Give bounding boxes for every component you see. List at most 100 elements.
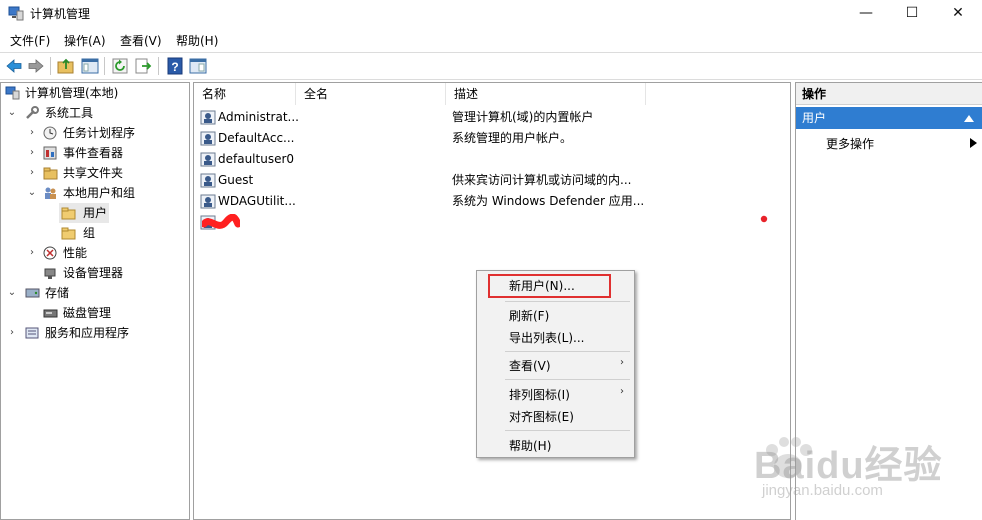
menu-bar: 文件(F) 操作(A) 查看(V) 帮助(H) [0, 30, 982, 50]
chevron-right-icon[interactable]: › [27, 123, 37, 143]
list-item[interactable]: WDAGUtilit... 系统为 Windows Defender 应用... [194, 191, 790, 212]
toolbar: ? [0, 52, 982, 80]
toolbar-separator [50, 57, 51, 75]
list-item-redacted[interactable] [194, 212, 790, 233]
tree-item-users[interactable]: 用户 [59, 203, 109, 223]
window-title: 计算机管理 [30, 7, 91, 21]
menu-item-export-list[interactable]: 导出列表(L)... [509, 329, 585, 346]
user-icon [200, 110, 216, 125]
menu-item-new-user[interactable]: 新用户(N)... [509, 277, 575, 294]
user-name: Guest [218, 173, 254, 187]
column-header-description[interactable]: 描述 [446, 83, 646, 105]
close-button[interactable]: ✕ [935, 0, 981, 26]
console-tree: 计算机管理(本地) ⌄ 系统工具 › 任务计划程序 › 事件查看器 › 共享文件… [0, 82, 190, 520]
column-header-name[interactable]: 名称 [194, 83, 296, 105]
user-icon [200, 173, 216, 188]
toolbar-separator [104, 57, 105, 75]
chevron-right-icon[interactable]: › [27, 243, 37, 263]
user-description: 系统管理的用户帐户。 [452, 131, 573, 145]
tree-label: 服务和应用程序 [45, 326, 130, 340]
user-name: WDAGUtilit... [218, 194, 296, 208]
device-manager-icon [44, 268, 56, 279]
user-icon [200, 131, 216, 146]
disk-icon [43, 309, 58, 318]
menu-separator [505, 301, 630, 302]
folder-icon [61, 207, 76, 220]
menu-item-arrange-icons[interactable]: 排列图标(I) [509, 386, 570, 403]
tools-icon [26, 106, 39, 119]
user-name: defaultuser0 [218, 152, 295, 166]
tree-label: 系统工具 [45, 106, 94, 120]
more-actions-item[interactable]: 更多操作 [826, 135, 874, 152]
more-actions-label: 更多操作 [826, 137, 875, 151]
show-hide-console-tree-icon[interactable] [81, 57, 99, 75]
chevron-down-icon[interactable]: ⌄ [7, 103, 17, 123]
context-menu: 新用户(N)... 刷新(F) 导出列表(L)... 查看(V) › 排列图标(… [476, 270, 635, 458]
tree-label: 性能 [63, 246, 88, 260]
menu-item-view[interactable]: 查看(V) [509, 357, 551, 374]
help-icon[interactable]: ? [166, 57, 184, 75]
clock-icon [43, 126, 57, 140]
forward-arrow-icon[interactable] [27, 57, 45, 75]
export-list-icon[interactable] [134, 57, 152, 75]
chevron-down-icon[interactable]: ⌄ [7, 283, 17, 303]
menu-item-help[interactable]: 帮助(H) [509, 437, 551, 454]
back-arrow-icon[interactable] [5, 57, 23, 75]
user-icon [200, 194, 216, 209]
collapse-arrow-icon[interactable] [964, 115, 974, 122]
title-bar: 计算机管理 — ☐ ✕ [0, 0, 982, 26]
watermark-brand: Baidu经验 [754, 445, 943, 487]
computer-management-icon [8, 6, 24, 21]
tree-label: 事件查看器 [63, 146, 124, 160]
tree-label: 设备管理器 [63, 266, 124, 280]
chevron-down-icon[interactable]: ⌄ [27, 183, 37, 203]
actions-header: 操作 [796, 83, 982, 105]
event-viewer-icon [43, 146, 57, 160]
chevron-right-icon[interactable]: › [7, 323, 17, 343]
redaction-scribble [202, 214, 240, 229]
tree-label: 计算机管理(本地) [25, 86, 119, 100]
list-item[interactable]: Administrat... 管理计算机(域)的内置帐户 [194, 107, 790, 128]
menu-item-refresh[interactable]: 刷新(F) [509, 307, 549, 324]
maximize-button[interactable]: ☐ [889, 0, 935, 26]
shared-folder-icon [43, 167, 58, 180]
user-description: 供来宾访问计算机或访问域的内... [452, 173, 632, 187]
chevron-right-icon: › [620, 357, 624, 368]
column-header-fullname[interactable]: 全名 [296, 83, 446, 105]
list-item[interactable]: Guest 供来宾访问计算机或访问域的内... [194, 170, 790, 191]
up-folder-icon[interactable] [57, 57, 75, 75]
menu-help[interactable]: 帮助(H) [176, 32, 218, 49]
menu-separator [505, 351, 630, 352]
menu-view[interactable]: 查看(V) [120, 32, 162, 49]
menu-action[interactable]: 操作(A) [64, 32, 106, 49]
user-icon [200, 152, 216, 167]
baidu-watermark: Baidu经验 jingyan.baidu.com [754, 430, 979, 520]
show-hide-action-pane-icon[interactable] [189, 57, 207, 75]
chevron-right-icon[interactable]: › [27, 143, 37, 163]
refresh-icon[interactable] [111, 57, 129, 75]
list-item[interactable]: DefaultAcc... 系统管理的用户帐户。 [194, 128, 790, 149]
menu-item-align-icons[interactable]: 对齐图标(E) [509, 408, 574, 425]
watermark-url: jingyan.baidu.com [762, 482, 883, 499]
chevron-right-icon[interactable]: › [27, 163, 37, 183]
storage-icon [25, 288, 40, 298]
tree-label: 组 [83, 226, 96, 240]
svg-text:?: ? [171, 60, 178, 74]
user-name: Administrat... [218, 110, 299, 124]
menu-separator [505, 430, 630, 431]
tree-label: 本地用户和组 [63, 186, 136, 200]
user-description: 系统为 Windows Defender 应用... [452, 194, 645, 208]
annotation-dot [760, 215, 768, 223]
services-icon [25, 327, 39, 339]
minimize-button[interactable]: — [843, 0, 889, 26]
tree-label: 用户 [83, 206, 108, 220]
computer-management-icon [5, 86, 20, 100]
list-item[interactable]: defaultuser0 [194, 149, 790, 170]
actions-section-users[interactable]: 用户 [796, 107, 982, 129]
user-name: DefaultAcc... [218, 131, 295, 145]
section-label: 用户 [802, 111, 827, 125]
tree-label: 存储 [45, 286, 70, 300]
submenu-arrow-icon [970, 138, 977, 148]
menu-file[interactable]: 文件(F) [10, 32, 50, 49]
chevron-right-icon: › [620, 386, 624, 397]
